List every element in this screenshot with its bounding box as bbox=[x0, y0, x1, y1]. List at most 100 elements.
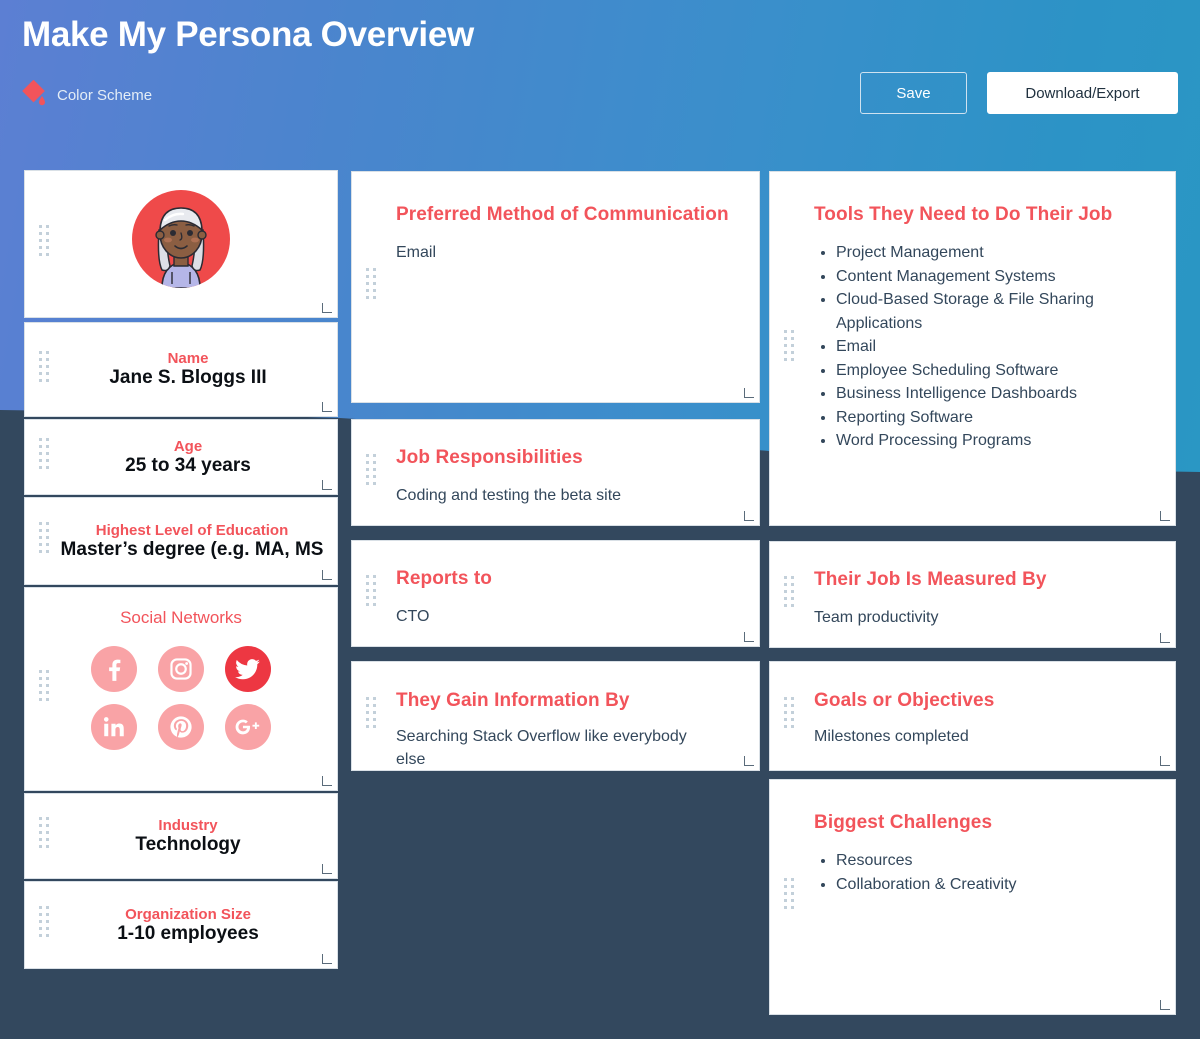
card-title: Reports to bbox=[396, 568, 492, 589]
card-biggest-challenges[interactable]: Biggest Challenges Resources Collaborati… bbox=[769, 779, 1176, 1015]
resize-handle-icon[interactable] bbox=[322, 303, 332, 313]
card-education[interactable]: Highest Level of Education Master’s degr… bbox=[24, 497, 338, 585]
card-age[interactable]: Age 25 to 34 years bbox=[24, 419, 338, 495]
drag-handle-icon[interactable] bbox=[784, 329, 794, 368]
card-text[interactable]: Searching Stack Overflow like everybody … bbox=[396, 725, 696, 770]
resize-handle-icon[interactable] bbox=[1160, 633, 1170, 643]
pinterest-icon[interactable] bbox=[157, 704, 204, 750]
field-value[interactable]: 25 to 34 years bbox=[69, 455, 307, 477]
field-label: Name bbox=[167, 350, 209, 367]
card-body: They Gain Information By Searching Stack… bbox=[352, 662, 759, 770]
resize-handle-icon[interactable] bbox=[322, 864, 332, 874]
list-item[interactable]: Business Intelligence Dashboards bbox=[836, 382, 1155, 406]
drag-handle-icon[interactable] bbox=[39, 670, 49, 708]
card-body: Industry Technology bbox=[25, 794, 337, 878]
googleplus-icon[interactable] bbox=[224, 704, 271, 750]
card-title: Biggest Challenges bbox=[814, 812, 993, 833]
linkedin-icon[interactable] bbox=[91, 704, 138, 750]
list-item[interactable]: Project Management bbox=[836, 241, 1155, 265]
card-organization-size[interactable]: Organization Size 1-10 employees bbox=[24, 881, 338, 969]
card-goals-objectives[interactable]: Goals or Objectives Milestones completed bbox=[769, 661, 1176, 771]
card-body: Name Jane S. Bloggs III bbox=[25, 323, 337, 416]
drag-handle-icon[interactable] bbox=[784, 575, 794, 614]
card-preferred-communication[interactable]: Preferred Method of Communication Email bbox=[351, 171, 760, 403]
card-title: They Gain Information By bbox=[396, 690, 630, 711]
card-text[interactable]: Milestones completed bbox=[814, 725, 1145, 748]
resize-handle-icon[interactable] bbox=[744, 756, 754, 766]
social-networks-grid bbox=[81, 646, 281, 750]
field-value[interactable]: Technology bbox=[69, 834, 307, 856]
resize-handle-icon[interactable] bbox=[322, 776, 332, 786]
drag-handle-icon[interactable] bbox=[366, 453, 376, 492]
field-value[interactable]: Master’s degree (e.g. MA, MS bbox=[55, 539, 329, 561]
card-body: Social Networks bbox=[25, 608, 337, 750]
list-item[interactable]: Reporting Software bbox=[836, 406, 1155, 430]
drag-handle-icon[interactable] bbox=[39, 817, 49, 855]
drag-handle-icon[interactable] bbox=[366, 697, 376, 735]
card-title: Preferred Method of Communication bbox=[396, 204, 729, 225]
resize-handle-icon[interactable] bbox=[322, 402, 332, 412]
resize-handle-icon[interactable] bbox=[744, 388, 754, 398]
card-body: Job Responsibilities Coding and testing … bbox=[352, 420, 759, 525]
card-title: Their Job Is Measured By bbox=[814, 569, 1047, 590]
challenges-list: Resources Collaboration & Creativity bbox=[814, 849, 1145, 896]
card-body: Biggest Challenges Resources Collaborati… bbox=[770, 780, 1175, 1014]
card-text[interactable]: Team productivity bbox=[814, 606, 1145, 629]
drag-handle-icon[interactable] bbox=[366, 574, 376, 613]
social-networks-title: Social Networks bbox=[120, 608, 242, 627]
list-item[interactable]: Content Management Systems bbox=[836, 265, 1155, 289]
card-body: Goals or Objectives Milestones completed bbox=[770, 662, 1175, 770]
card-gain-information[interactable]: They Gain Information By Searching Stack… bbox=[351, 661, 760, 771]
card-body: Preferred Method of Communication Email bbox=[352, 172, 759, 402]
list-item[interactable]: Employee Scheduling Software bbox=[836, 359, 1155, 383]
twitter-icon[interactable] bbox=[224, 646, 271, 692]
resize-handle-icon[interactable] bbox=[1160, 1000, 1170, 1010]
drag-handle-icon[interactable] bbox=[39, 906, 49, 944]
field-value[interactable]: 1-10 employees bbox=[69, 923, 307, 945]
list-item[interactable]: Word Processing Programs bbox=[836, 429, 1155, 453]
card-body: Reports to CTO bbox=[352, 541, 759, 646]
card-job-responsibilities[interactable]: Job Responsibilities Coding and testing … bbox=[351, 419, 760, 526]
resize-handle-icon[interactable] bbox=[322, 954, 332, 964]
resize-handle-icon[interactable] bbox=[322, 480, 332, 490]
persona-board: Name Jane S. Bloggs III Age 25 to 34 yea… bbox=[0, 0, 1200, 1039]
drag-handle-icon[interactable] bbox=[39, 350, 49, 389]
card-text[interactable]: Coding and testing the beta site bbox=[396, 484, 729, 507]
card-title: Tools They Need to Do Their Job bbox=[814, 204, 1113, 225]
field-label: Age bbox=[173, 437, 203, 455]
card-job-measured-by[interactable]: Their Job Is Measured By Team productivi… bbox=[769, 541, 1176, 648]
card-body: Organization Size 1-10 employees bbox=[25, 882, 337, 968]
resize-handle-icon[interactable] bbox=[744, 511, 754, 521]
resize-handle-icon[interactable] bbox=[1160, 756, 1170, 766]
card-reports-to[interactable]: Reports to CTO bbox=[351, 540, 760, 647]
drag-handle-icon[interactable] bbox=[784, 697, 794, 735]
card-avatar[interactable] bbox=[24, 170, 338, 318]
resize-handle-icon[interactable] bbox=[1160, 511, 1170, 521]
card-tools-needed[interactable]: Tools They Need to Do Their Job Project … bbox=[769, 171, 1176, 526]
resize-handle-icon[interactable] bbox=[744, 632, 754, 642]
drag-handle-icon[interactable] bbox=[784, 878, 794, 916]
card-social-networks[interactable]: Social Networks bbox=[24, 587, 338, 791]
tools-list: Project Management Content Management Sy… bbox=[814, 241, 1155, 453]
resize-handle-icon[interactable] bbox=[322, 570, 332, 580]
instagram-icon[interactable] bbox=[157, 646, 204, 692]
avatar bbox=[132, 190, 230, 288]
field-value[interactable]: Jane S. Bloggs III bbox=[69, 367, 307, 389]
list-item[interactable]: Email bbox=[836, 335, 1155, 359]
field-label: Organization Size bbox=[125, 905, 251, 923]
card-text[interactable]: Email bbox=[396, 241, 729, 264]
avatar-container bbox=[25, 171, 337, 317]
card-industry[interactable]: Industry Technology bbox=[24, 793, 338, 879]
facebook-icon[interactable] bbox=[91, 646, 138, 692]
drag-handle-icon[interactable] bbox=[39, 438, 49, 476]
card-text[interactable]: CTO bbox=[396, 605, 729, 628]
card-body: Their Job Is Measured By Team productivi… bbox=[770, 542, 1175, 647]
list-item[interactable]: Collaboration & Creativity bbox=[836, 873, 1145, 897]
list-item[interactable]: Cloud-Based Storage & File Sharing Appli… bbox=[836, 288, 1155, 335]
list-item[interactable]: Resources bbox=[836, 849, 1145, 873]
card-name[interactable]: Name Jane S. Bloggs III bbox=[24, 322, 338, 417]
drag-handle-icon[interactable] bbox=[39, 522, 49, 560]
drag-handle-icon[interactable] bbox=[366, 268, 376, 306]
drag-handle-icon[interactable] bbox=[39, 225, 49, 263]
card-title: Goals or Objectives bbox=[814, 690, 995, 711]
